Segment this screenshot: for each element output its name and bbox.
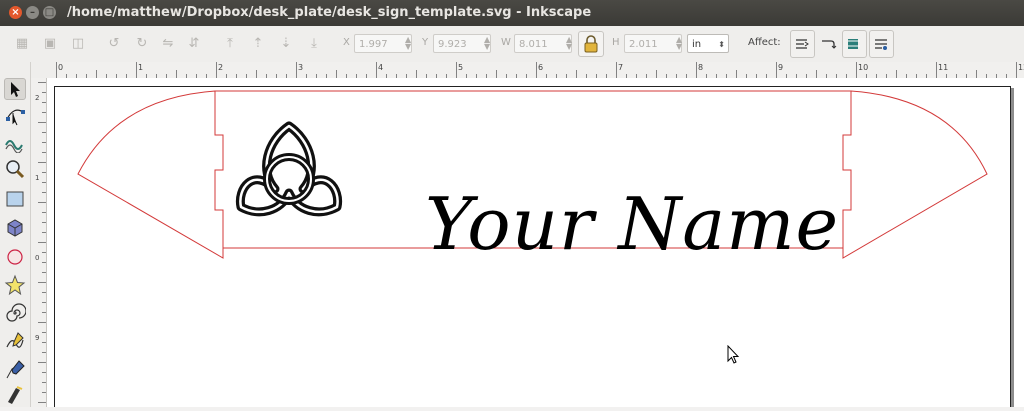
spiral-icon <box>6 303 27 322</box>
lower-icon[interactable]: ⇣ <box>278 36 294 52</box>
scale-stroke-button[interactable] <box>790 30 815 58</box>
star-tool-button[interactable] <box>4 274 26 296</box>
x-field[interactable]: 1.997 <box>354 34 412 53</box>
ruler-label: 10 <box>858 63 868 72</box>
w-label: W <box>501 37 511 48</box>
chevron-updown-icon: ⬍ <box>718 40 725 49</box>
star-icon <box>4 274 26 296</box>
select-all-layers-icon[interactable]: ▣ <box>42 36 58 52</box>
selector-tool-button[interactable] <box>4 78 26 100</box>
tool-controls-bar: ▦ ▣ ◫ ↺ ↻ ⇋ ⇵ ⤒ ⇡ ⇣ ⤓ X 1.997 ▲ ▼ Y 9.923… <box>0 26 1024 63</box>
w-field[interactable]: 8.011 <box>514 34 572 53</box>
pen-icon <box>6 360 25 379</box>
3d-box-icon <box>7 219 23 237</box>
title-bar: × – □ /home/matthew/Dropbox/desk_plate/d… <box>0 0 1024 26</box>
ellipse-tool-button[interactable] <box>4 246 26 268</box>
ruler-label: 11 <box>938 63 948 72</box>
vertical-ruler[interactable]: 2 1 0 9 <box>30 78 47 407</box>
drawing-canvas[interactable]: Your Name <box>47 78 1024 407</box>
pen-tool-button[interactable] <box>4 359 26 381</box>
calligraphy-icon <box>8 386 23 404</box>
close-window-button[interactable]: × <box>9 6 22 19</box>
ruler-label: 9 <box>35 334 39 342</box>
ruler-label: 0 <box>58 63 63 72</box>
horizontal-ruler[interactable]: 0123456789101112 <box>56 62 1024 79</box>
move-gradients-icon <box>848 39 860 49</box>
minimize-window-button[interactable]: – <box>26 6 39 19</box>
ruler-corner <box>30 62 56 78</box>
affect-label: Affect: <box>748 37 781 48</box>
rotate-ccw-icon[interactable]: ↺ <box>106 36 122 52</box>
raise-to-top-icon[interactable]: ⤒ <box>222 36 238 52</box>
ruler-label: 0 <box>35 254 39 262</box>
node-edit-icon <box>6 109 25 126</box>
triquetra-knot-icon[interactable] <box>235 121 343 217</box>
ruler-label: 5 <box>458 63 463 72</box>
node-tool-button[interactable] <box>4 104 26 126</box>
ruler-label: 2 <box>35 94 39 102</box>
sign-name-text[interactable]: Your Name <box>425 188 839 260</box>
spiral-tool-button[interactable] <box>4 302 27 324</box>
rectangle-icon <box>6 191 24 207</box>
arrow-cursor-icon <box>11 82 20 97</box>
ruler-label: 6 <box>538 63 543 72</box>
ellipse-icon <box>7 249 23 265</box>
rect-tool-button[interactable] <box>4 188 26 210</box>
y-label: Y <box>422 37 429 48</box>
mouse-pointer-icon <box>727 345 740 364</box>
y-field[interactable]: 9.923 <box>433 34 491 53</box>
zoom-tool-button[interactable] <box>4 158 26 180</box>
x-spinner[interactable]: ▲ ▼ <box>405 36 411 51</box>
tweak-icon <box>5 140 23 154</box>
magnifier-icon <box>6 160 25 179</box>
scale-corners-button[interactable] <box>816 30 841 58</box>
units-value: in <box>692 39 702 50</box>
scale-corners-icon <box>822 40 837 49</box>
lock-ratio-button[interactable] <box>578 31 604 57</box>
pencil-tool-button[interactable] <box>4 330 26 352</box>
vertical-ruler-ticks: 2 1 0 9 <box>35 82 46 403</box>
move-patterns-button[interactable] <box>869 30 894 58</box>
w-spinner[interactable]: ▲ ▼ <box>566 36 572 51</box>
right-wing-outline[interactable] <box>842 90 988 259</box>
ruler-label: 3 <box>298 63 303 72</box>
x-label: X <box>343 37 350 48</box>
lock-icon <box>584 35 598 53</box>
flip-vertical-icon[interactable]: ⇵ <box>186 36 202 52</box>
window-title: /home/matthew/Dropbox/desk_plate/desk_si… <box>67 5 592 20</box>
units-select[interactable]: in ⬍ <box>687 34 729 53</box>
select-all-icon[interactable]: ▦ <box>14 36 30 52</box>
pencil-icon <box>6 332 24 348</box>
ruler-label: 1 <box>138 63 143 72</box>
deselect-icon[interactable]: ◫ <box>70 36 86 52</box>
rotate-cw-icon[interactable]: ↻ <box>134 36 150 52</box>
raise-icon[interactable]: ⇡ <box>250 36 266 52</box>
tweak-tool-button[interactable] <box>4 131 26 154</box>
maximize-window-button[interactable]: □ <box>43 6 56 19</box>
3dbox-tool-button[interactable] <box>4 217 26 239</box>
h-label: H <box>612 37 620 48</box>
ruler-label: 9 <box>778 63 783 72</box>
ruler-label: 4 <box>378 63 383 72</box>
scale-stroke-icon <box>796 39 809 49</box>
ruler-label: 1 <box>35 174 39 182</box>
h-spinner[interactable]: ▲ ▼ <box>676 36 682 51</box>
lower-to-bottom-icon[interactable]: ⤓ <box>306 36 322 52</box>
ruler-label: 8 <box>698 63 703 72</box>
flip-horizontal-icon[interactable]: ⇋ <box>160 36 176 52</box>
calligraphy-tool-button[interactable] <box>4 384 26 406</box>
move-patterns-icon <box>875 39 887 50</box>
left-wing-outline[interactable] <box>77 90 224 259</box>
move-gradients-button[interactable] <box>842 30 867 58</box>
y-spinner[interactable]: ▲ ▼ <box>484 36 490 51</box>
ruler-label: 2 <box>218 63 223 72</box>
ruler-label: 7 <box>618 63 623 72</box>
h-field[interactable]: 2.011 <box>624 34 682 53</box>
toolbox <box>0 62 31 407</box>
ruler-label: 12 <box>1018 63 1024 72</box>
horizontal-ruler-ticks: 0123456789101112 <box>56 62 1024 78</box>
